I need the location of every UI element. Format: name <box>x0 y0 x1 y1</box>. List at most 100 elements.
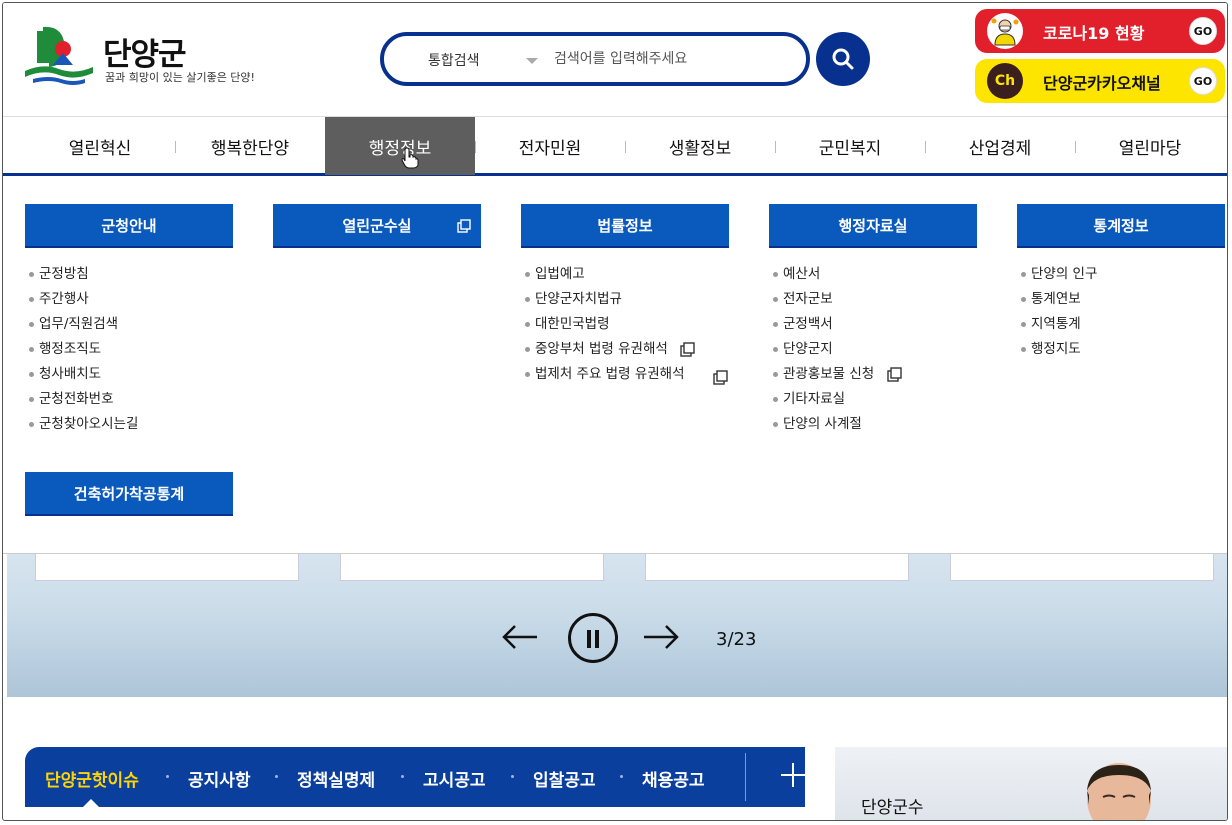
menu-column-title[interactable]: 법률정보 <box>521 204 729 248</box>
arrow-left-icon[interactable] <box>501 624 539 650</box>
menu-column-title[interactable]: 행정자료실 <box>769 204 977 248</box>
logo-title: 단양군 <box>103 37 187 73</box>
menu-item[interactable]: 입법예고 <box>521 262 729 287</box>
bullet-icon <box>1021 347 1026 352</box>
menu-item[interactable]: 통계연보 <box>1017 287 1225 312</box>
search-input[interactable] <box>554 46 794 72</box>
gnb-item-industry-economy[interactable]: 산업경제 <box>925 117 1075 175</box>
menu-column-title[interactable]: 열린군수실 <box>273 204 481 248</box>
news-tabs: 단양군핫이슈 공지사항 정책실명제 고시공고 입찰공고 채용공고 <box>25 747 805 807</box>
menu-column-building-permit-stats[interactable]: 건축허가착공통계 <box>25 472 233 516</box>
hero-card[interactable] <box>340 554 604 581</box>
tab-recruit-notice[interactable]: 채용공고 <box>642 766 705 791</box>
menu-column-title[interactable]: 통계정보 <box>1017 204 1225 248</box>
menu-item[interactable]: 군청전화번호 <box>25 387 233 412</box>
kakao-channel-link[interactable]: Ch 단양군카카오채널 GO <box>975 59 1225 103</box>
menu-item[interactable]: 대한민국법령 <box>521 312 729 337</box>
menu-item[interactable]: 군정백서 <box>769 312 977 337</box>
covid-status-link[interactable]: 코로나19 현황 GO <box>975 9 1225 53</box>
hero-card[interactable] <box>35 554 299 581</box>
pause-button[interactable] <box>568 613 618 663</box>
tab-separator <box>275 775 278 778</box>
search-type-select[interactable]: 통합검색 <box>428 50 480 70</box>
bullet-icon <box>29 372 34 377</box>
gnb-item-welfare[interactable]: 군민복지 <box>775 117 925 175</box>
menu-item[interactable]: 행정조직도 <box>25 337 233 362</box>
gnb-item-life-info[interactable]: 생활정보 <box>625 117 775 175</box>
arrow-right-icon[interactable] <box>642 624 680 650</box>
page-frame: 단양군 꿈과 희망이 있는 살기좋은 단양! 통합검색 검색어를 입력해주세요 … <box>2 2 1228 821</box>
site-logo[interactable]: 단양군 꿈과 희망이 있는 살기좋은 단양! <box>23 25 293 95</box>
new-window-icon <box>886 366 902 382</box>
health-worker-icon <box>987 13 1023 49</box>
search-button[interactable] <box>816 32 870 86</box>
chevron-down-icon[interactable] <box>526 58 538 64</box>
menu-list: 입법예고 단양군자치법규 대한민국법령 중앙부처 법령 유권해석 법제처 주요 … <box>521 262 729 385</box>
menu-column-title[interactable]: 군청안내 <box>25 204 233 248</box>
menu-column-title-label: 열린군수실 <box>342 216 412 235</box>
bullet-icon <box>1021 322 1026 327</box>
bullet-icon <box>525 347 530 352</box>
menu-item[interactable]: 군청찾아오시는길 <box>25 412 233 437</box>
gnb-item-admin-info[interactable]: 행정정보 <box>325 117 475 175</box>
tab-bid-notice[interactable]: 입찰공고 <box>533 766 596 791</box>
covid-status-label: 코로나19 현황 <box>1043 24 1145 43</box>
site-header: 단양군 꿈과 희망이 있는 살기좋은 단양! 통합검색 검색어를 입력해주세요 … <box>3 3 1227 117</box>
danyang-logo-icon <box>25 26 93 85</box>
menu-item[interactable]: 단양의 사계절 <box>769 412 977 437</box>
bullet-icon <box>773 397 778 402</box>
bullet-icon <box>773 422 778 427</box>
tab-notice[interactable]: 공지사항 <box>188 766 251 791</box>
menu-item[interactable]: 군정방침 <box>25 262 233 287</box>
active-tab-indicator <box>83 799 99 807</box>
hero-card[interactable] <box>645 554 909 581</box>
menu-column-mayor-office: 열린군수실 <box>273 204 481 248</box>
new-window-icon <box>680 341 695 357</box>
menu-item[interactable]: 단양의 인구 <box>1017 262 1225 287</box>
menu-item[interactable]: 업무/직원검색 <box>25 312 233 337</box>
gnb-item-open-innovation[interactable]: 열린혁신 <box>25 117 175 175</box>
menu-item[interactable]: 기타자료실 <box>769 387 977 412</box>
hero-card[interactable] <box>950 554 1214 581</box>
hero-visual: 3/23 <box>7 554 1227 697</box>
search-icon <box>832 48 854 70</box>
tab-separator <box>511 775 514 778</box>
gnb-item-e-civil[interactable]: 전자민원 <box>475 117 625 175</box>
menu-list: 군정방침 주간행사 업무/직원검색 행정조직도 청사배치도 군청전화번호 군청찾… <box>25 262 233 437</box>
bullet-icon <box>525 272 530 277</box>
menu-item[interactable]: 법제처 주요 법령 유권해석 <box>521 362 729 385</box>
tab-public-notice[interactable]: 고시공고 <box>423 766 486 791</box>
go-badge: GO <box>1189 17 1217 45</box>
bullet-icon <box>29 422 34 427</box>
tab-separator <box>620 775 623 778</box>
bullet-icon <box>1021 297 1026 302</box>
bullet-icon <box>773 297 778 302</box>
menu-item[interactable]: 행정지도 <box>1017 337 1225 362</box>
bullet-icon <box>29 297 34 302</box>
kakao-channel-label: 단양군카카오채널 <box>1043 74 1161 93</box>
kakao-channel-icon: Ch <box>987 63 1023 99</box>
bullet-icon <box>773 272 778 277</box>
mayor-banner[interactable]: 단양군수 <box>835 747 1227 820</box>
gnb-item-open-forum[interactable]: 열린마당 <box>1075 117 1225 175</box>
menu-item[interactable]: 단양군자치법규 <box>521 287 729 312</box>
menu-item[interactable]: 중앙부처 법령 유권해석 <box>521 337 729 362</box>
tab-policy-name[interactable]: 정책실명제 <box>297 766 375 791</box>
gnb-item-happy-danyang[interactable]: 행복한단양 <box>175 117 325 175</box>
menu-item[interactable]: 주간행사 <box>25 287 233 312</box>
bullet-icon <box>29 397 34 402</box>
tab-hot-issue[interactable]: 단양군핫이슈 <box>45 766 139 791</box>
bullet-icon <box>1021 272 1026 277</box>
hand-cursor-icon <box>401 147 419 169</box>
bullet-icon <box>525 372 530 377</box>
menu-item[interactable]: 청사배치도 <box>25 362 233 387</box>
tab-divider <box>745 753 746 801</box>
more-plus-icon[interactable] <box>781 763 805 787</box>
menu-item[interactable]: 단양군지 <box>769 337 977 362</box>
main-navigation: 열린혁신 행복한단양 행정정보 전자민원 생활정보 군민복지 산업경제 열린마당 <box>3 117 1227 176</box>
menu-item[interactable]: 전자군보 <box>769 287 977 312</box>
bullet-icon <box>29 272 34 277</box>
menu-item[interactable]: 예산서 <box>769 262 977 287</box>
menu-item[interactable]: 지역통계 <box>1017 312 1225 337</box>
menu-item[interactable]: 관광홍보물 신청 <box>769 362 977 387</box>
